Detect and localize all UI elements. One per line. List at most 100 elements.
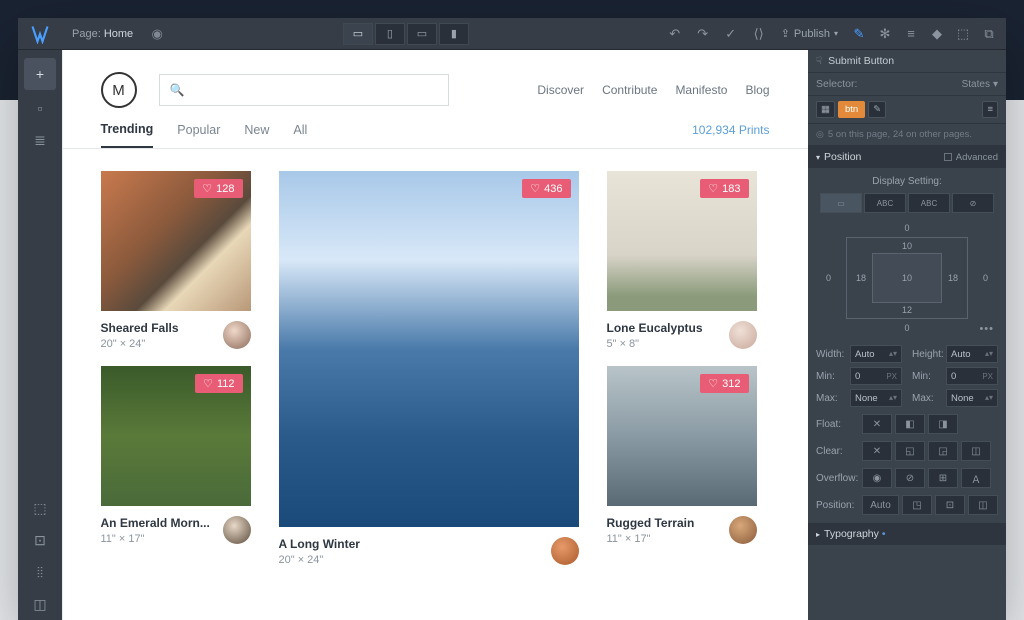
box-model[interactable]: 0 0 0 0 10 12 18 18 10 ••• [822,223,992,333]
device-desktop-icon[interactable]: ▭ [343,23,373,45]
width-input[interactable]: Auto▴▾ [850,345,902,363]
nav-manifesto[interactable]: Manifesto [675,83,727,97]
float-none-button[interactable]: ✕ [862,414,892,434]
page-indicator[interactable]: Page: Home [62,28,143,40]
box-icon[interactable]: ⬚ [950,18,976,50]
padding-right-value[interactable]: 18 [948,273,958,283]
margin-bottom-value[interactable]: 0 [904,323,909,333]
app-logo[interactable] [18,18,62,50]
navigator-icon[interactable]: ≡ [982,101,998,118]
like-badge[interactable]: ♡312 [700,374,748,393]
app-shell: Page: Home ◉ ▭ ▯ ▭ ▮ ↶ ↷ ✓ ⟨⟩ ⇪ Publish … [18,18,1006,620]
nav-contribute[interactable]: Contribute [602,83,657,97]
grid-icon[interactable]: ⦙⦙ [18,556,62,588]
like-badge[interactable]: ♡183 [700,179,748,198]
height-input[interactable]: Auto▴▾ [946,345,998,363]
min-width-label: Min: [816,371,846,382]
card-lone-eucalyptus[interactable]: ♡183 Lone Eucalyptus 5" × 8" [607,171,757,350]
margin-top-value[interactable]: 0 [904,223,909,233]
avatar[interactable] [729,516,757,544]
undo-icon[interactable]: ↶ [661,18,689,50]
device-tablet-icon[interactable]: ▯ [375,23,405,45]
display-inline-button[interactable]: ABC [908,193,950,213]
panel-icon[interactable]: ◫ [18,588,62,620]
overflow-hidden-button[interactable]: ⊘ [895,468,925,488]
display-none-button[interactable]: ⊘ [952,193,994,213]
position-relative-button[interactable]: ◳ [902,495,932,515]
publish-button[interactable]: ⇪ Publish ▾ [773,27,846,40]
min-width-input[interactable]: 0PX [850,367,902,385]
brush-icon[interactable]: ✎ [846,18,872,50]
nav-discover[interactable]: Discover [537,83,584,97]
display-block-button[interactable]: ▭ [820,193,862,213]
add-element-button[interactable]: + [24,58,56,90]
section-typography-header[interactable]: ▸Typography • [808,523,1006,545]
effects-icon[interactable]: ◆ [924,18,950,50]
section-position-header[interactable]: ▾Position Advanced [808,146,1006,168]
card-long-winter[interactable]: ♡436 A Long Winter 20" × 24" [279,171,579,566]
device-mobile-icon[interactable]: ▮ [439,23,469,45]
tab-new[interactable]: New [244,123,269,147]
float-right-button[interactable]: ◨ [928,414,958,434]
clear-both-button[interactable]: ◫ [961,441,991,461]
like-badge[interactable]: ♡436 [522,179,570,198]
box-center-value[interactable]: 10 [902,273,912,283]
max-width-input[interactable]: None▴▾ [850,389,902,407]
like-badge[interactable]: ♡128 [194,179,242,198]
device-tablet-landscape-icon[interactable]: ▭ [407,23,437,45]
site-logo[interactable]: M [101,72,137,108]
align-icon[interactable]: ≡ [898,18,924,50]
layers-icon[interactable]: ⧉ [976,18,1002,50]
card-emerald-morn[interactable]: ♡112 An Emerald Morn... 11" × 17" [101,366,251,545]
tab-all[interactable]: All [293,123,307,147]
padding-bottom-value[interactable]: 12 [902,305,912,315]
check-icon[interactable]: ✓ [717,18,745,50]
search-input[interactable]: 🔍 [159,74,449,106]
overflow-auto-button[interactable]: Ａ [961,468,991,488]
avatar[interactable] [729,321,757,349]
clear-none-button[interactable]: ✕ [862,441,892,461]
padding-left-value[interactable]: 18 [856,273,866,283]
card-thumb: ♡183 [607,171,757,311]
overflow-scroll-button[interactable]: ⊞ [928,468,958,488]
avatar[interactable] [223,321,251,349]
cms-icon[interactable]: ≣ [18,124,62,156]
float-left-button[interactable]: ◧ [895,414,925,434]
settings-icon[interactable]: ✻ [872,18,898,50]
pages-icon[interactable]: ▫ [18,92,62,124]
overflow-visible-button[interactable]: ◉ [862,468,892,488]
clear-right-button[interactable]: ◲ [928,441,958,461]
redo-icon[interactable]: ↷ [689,18,717,50]
display-inlineblock-button[interactable]: ABC [864,193,906,213]
advanced-toggle[interactable]: Advanced [944,152,998,163]
margin-right-value[interactable]: 0 [983,273,988,283]
padding-top-value[interactable]: 10 [902,241,912,251]
position-fixed-button[interactable]: ◫ [968,495,998,515]
element-breadcrumb[interactable]: ☟ Submit Button [808,50,1006,73]
max-height-input[interactable]: None▴▾ [946,389,998,407]
class-chip-btn[interactable]: btn [838,101,865,118]
preview-icon[interactable]: ◉ [143,26,171,42]
responsive-icon[interactable]: ⬚ [18,492,62,524]
margin-left-value[interactable]: 0 [826,273,831,283]
code-icon[interactable]: ⟨⟩ [745,18,773,50]
canvas[interactable]: M 🔍 Discover Contribute Manifesto Blog T… [63,50,808,620]
card-rugged-terrain[interactable]: ♡312 Rugged Terrain 11" × 17" [607,366,757,545]
clear-left-button[interactable]: ◱ [895,441,925,461]
selection-icon[interactable]: ⊡ [18,524,62,556]
selector-type-icon[interactable]: ▦ [816,101,835,118]
min-height-input[interactable]: 0PX [946,367,998,385]
avatar[interactable] [551,537,579,565]
card-sheared-falls[interactable]: ♡128 Sheared Falls 20" × 24" [101,171,251,350]
box-more-button[interactable]: ••• [979,323,994,335]
tab-popular[interactable]: Popular [177,123,220,147]
like-badge[interactable]: ♡112 [195,374,242,393]
position-absolute-button[interactable]: ⊡ [935,495,965,515]
nav-blog[interactable]: Blog [745,83,769,97]
tab-trending[interactable]: Trending [101,122,154,148]
avatar[interactable] [223,516,251,544]
edit-class-icon[interactable]: ✎ [868,101,886,118]
card-title: Rugged Terrain [607,516,695,530]
position-auto-button[interactable]: Auto [862,495,899,515]
states-dropdown[interactable]: States ▾ [962,79,998,90]
